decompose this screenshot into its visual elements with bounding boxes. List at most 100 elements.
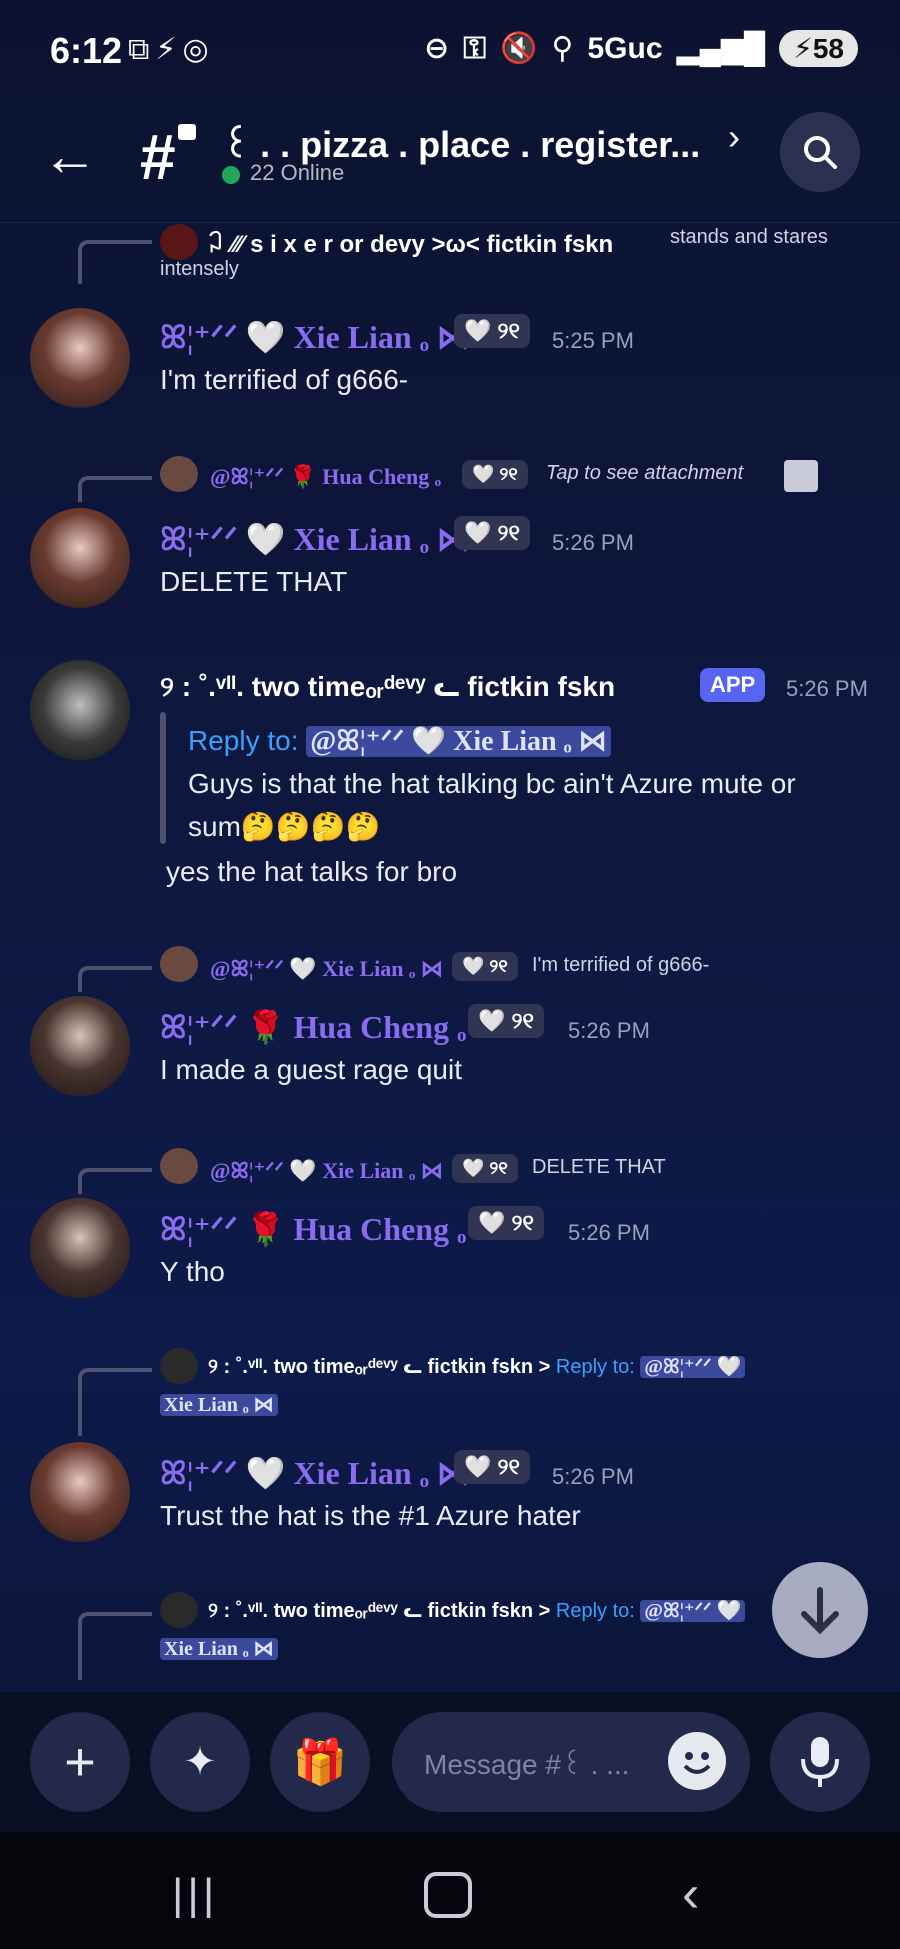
timestamp: 5:26 PM [552,530,634,555]
arrow-down-icon [801,1587,839,1635]
avatar[interactable] [30,660,130,760]
timestamp: 5:26 PM [568,1220,650,1245]
message-text: I'm terrified of g666- [160,364,409,395]
avatar[interactable] [30,1442,130,1542]
dnd-icon: ⊖ [424,32,450,65]
embed-reply[interactable]: Reply to: @ꕤ¦⁺ᐟᐟ 🤍 Xie Lian ₒ ⋈ [188,724,611,758]
message-text: Y tho [160,1256,225,1287]
mention[interactable]: Xie Lian ₒ ⋈ [160,1638,278,1660]
reply-preview[interactable]: Tap to see attachment [546,462,743,485]
reply-connector [78,1168,152,1194]
reply-preview[interactable]: stands and stares [670,226,828,249]
reply-to-label: Reply to: [555,1356,635,1378]
author-name[interactable]: ꕤ¦⁺ᐟᐟ 🤍 Xie Lian ₒ ⋈ [160,520,469,559]
search-icon [804,136,837,169]
avatar [160,224,198,260]
reply-arrow: > [538,1600,551,1622]
reply-author[interactable]: @ꕤ¦⁺ᐟᐟ 🤍 Xie Lian ₒ ⋈ [210,956,443,982]
reply-to-label: Reply to: [555,1600,635,1622]
online-count: 22 Online [250,160,345,185]
embed-border [160,712,166,844]
message-text: yes the hat talks for bro [166,856,458,887]
back-arrow-icon[interactable]: ← [42,128,102,188]
role-badge: 🤍 ୨୧ [454,314,530,348]
reply-connector [78,1368,152,1436]
role-badge: 🤍 ୨୧ [452,1154,518,1183]
key-icon: ⚿ [463,31,487,65]
mention[interactable]: @ꕤ¦⁺ᐟᐟ 🤍 [640,1356,746,1378]
jump-to-bottom-button[interactable] [772,1562,868,1658]
reply-mention-continued[interactable]: Xie Lian ₒ ⋈ [160,1636,278,1661]
author-name[interactable]: ꕤ¦⁺ᐟᐟ 🌹 Hua Cheng ₒ [160,1210,466,1249]
reply-author[interactable]: @ꕤ¦⁺ᐟᐟ 🌹 Hua Cheng ₒ [210,464,441,490]
chevron-right-icon[interactable]: › [728,116,740,158]
mention[interactable]: @ꕤ¦⁺ᐟᐟ 🤍 Xie Lian ₒ ⋈ [306,726,611,757]
status-icons-right: ⊖ ⚿ 🔇 ⚲ 5Guc ▂▄▆█ ⚡58 [424,30,858,67]
avatar [160,1592,198,1628]
status-icons-left: ⧉⚡◎ [128,33,215,66]
gift-icon: 🎁 [292,1738,348,1787]
embed-text: Guys is that the hat talking bc ain't Az… [188,768,796,799]
reply-mention-continued[interactable]: Xie Lian ₒ ⋈ [160,1392,278,1417]
recent-apps-icon[interactable]: ||| [172,1870,218,1920]
battery-indicator: ⚡58 [779,30,858,67]
reply-connector [78,966,152,992]
reply-author[interactable]: ୨ : ˚.ᵛᴵᴵ. two timeₒᵣᵈᵉᵛʸ ᓚ fictkin fskn… [208,1354,746,1379]
avatar [160,1148,198,1184]
image-icon [784,460,818,492]
emoji-icon [683,1752,711,1774]
apps-button[interactable]: ✦ [150,1712,250,1812]
reply-connector [78,1612,152,1680]
apps-icon: ✦ [183,1740,217,1784]
app-badge: APP [700,668,766,702]
search-button[interactable] [780,112,860,192]
role-badge: 🤍 ୨୧ [454,1450,530,1484]
reply-connector [78,240,152,284]
reply-author[interactable]: ꒜ ⁄⁄⁄ s i x e r or devy >ω< fictkin fskn [206,226,613,259]
reply-to-label: Reply to: [188,725,299,756]
avatar[interactable] [30,996,130,1096]
reply-author-name: ୨ : ˚.ᵛᴵᴵ. two timeₒᵣᵈᵉᵛʸ ᓚ fictkin fskn [208,1356,534,1378]
reply-preview[interactable]: DELETE THAT [532,1156,666,1179]
role-badge: 🤍 ୨୧ [454,516,530,550]
plus-icon: + [64,1732,96,1792]
reply-connector [78,476,152,502]
emoji-button[interactable] [668,1732,726,1790]
avatar[interactable] [30,508,130,608]
avatar[interactable] [30,308,130,408]
author-name[interactable]: ꕤ¦⁺ᐟᐟ 🌹 Hua Cheng ₒ [160,1008,466,1047]
online-status-icon [222,166,240,184]
author-name[interactable]: ꕤ¦⁺ᐟᐟ 🤍 Xie Lian ₒ ⋈ [160,1454,469,1493]
add-button[interactable]: + [30,1712,130,1812]
message-text: I made a guest rage quit [160,1054,462,1085]
home-icon[interactable] [424,1872,472,1918]
avatar [160,1348,198,1384]
status-time: 6:12 [50,30,123,71]
mention[interactable]: Xie Lian ₒ ⋈ [160,1394,278,1416]
network-label: 5Guc [587,31,663,65]
role-badge: 🤍 ୨୧ [468,1004,544,1038]
author-name[interactable]: ୨ : ˚.ᵛᴵᴵ. two timeₒᵣᵈᵉᵛʸ ᓚ fictkin fskn [160,670,615,704]
voice-message-button[interactable] [770,1712,870,1812]
embed-text: sum🤔🤔🤔🤔 [188,811,381,842]
mention[interactable]: @ꕤ¦⁺ᐟᐟ 🤍 [640,1600,746,1622]
reply-author[interactable]: ୨ : ˚.ᵛᴵᴵ. two timeₒᵣᵈᵉᵛʸ ᓚ fictkin fskn… [208,1598,746,1623]
role-badge: 🤍 ୨୧ [462,460,528,489]
channel-title[interactable]: ꒰ . . pizza . place . register... [222,118,700,166]
avatar [160,946,198,982]
back-nav-icon[interactable]: ‹ [682,1864,699,1924]
role-badge: 🤍 ୨୧ [452,952,518,981]
message-text: Trust the hat is the #1 Azure hater [160,1500,581,1531]
reply-preview[interactable]: intensely [160,258,239,281]
author-name[interactable]: ꕤ¦⁺ᐟᐟ 🤍 Xie Lian ₒ ⋈ [160,318,469,357]
reply-author[interactable]: @ꕤ¦⁺ᐟᐟ 🤍 Xie Lian ₒ ⋈ [210,1158,443,1184]
avatar[interactable] [30,1198,130,1298]
battery-level: 58 [812,33,844,64]
signal-icon: ▂▄▆█ [676,32,766,65]
location-icon: ⚲ [551,32,574,65]
gift-button[interactable]: 🎁 [270,1712,370,1812]
timestamp: 5:26 PM [568,1018,650,1043]
lock-icon [178,124,196,140]
message-input-placeholder: Message #꒰ . ... [424,1749,630,1780]
reply-preview[interactable]: I'm terrified of g666- [532,954,709,977]
